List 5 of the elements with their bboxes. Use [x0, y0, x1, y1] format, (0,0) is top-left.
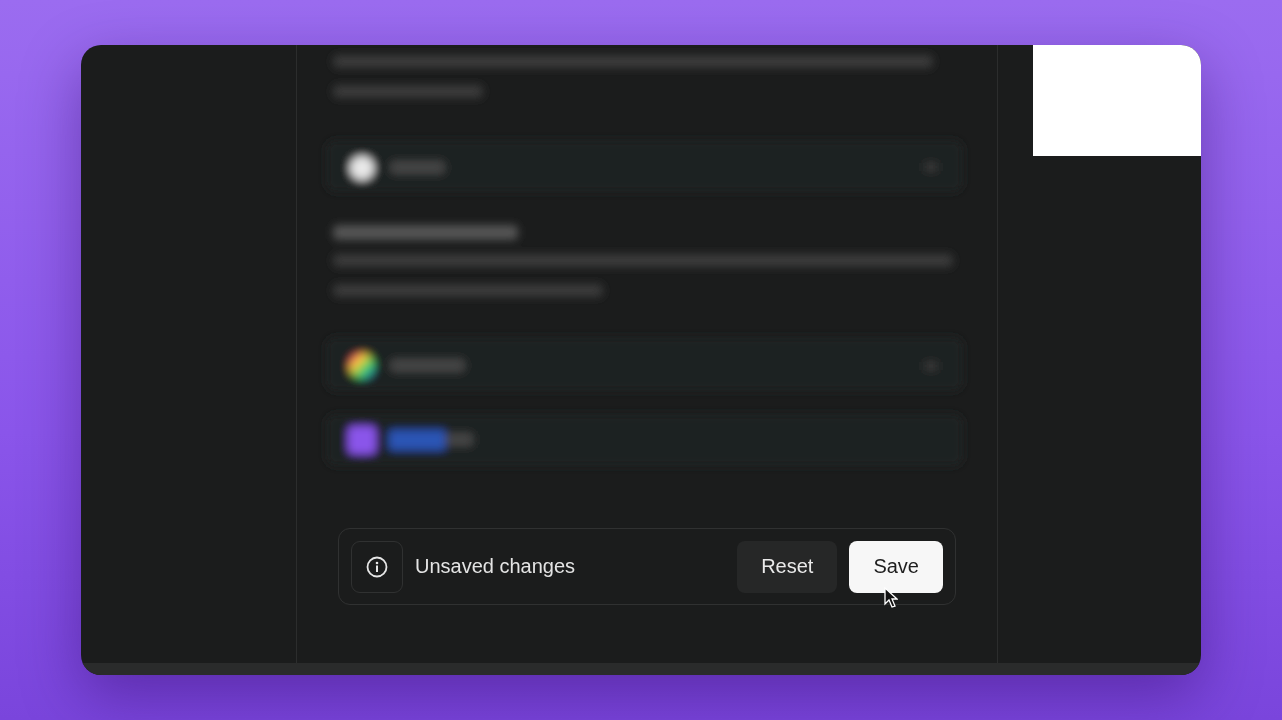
save-button[interactable]: Save: [849, 540, 943, 593]
reset-button[interactable]: Reset: [737, 540, 838, 593]
info-icon: [351, 540, 403, 593]
unsaved-changes-text: Unsaved changes: [415, 555, 577, 578]
mouse-cursor-icon: [884, 587, 898, 609]
